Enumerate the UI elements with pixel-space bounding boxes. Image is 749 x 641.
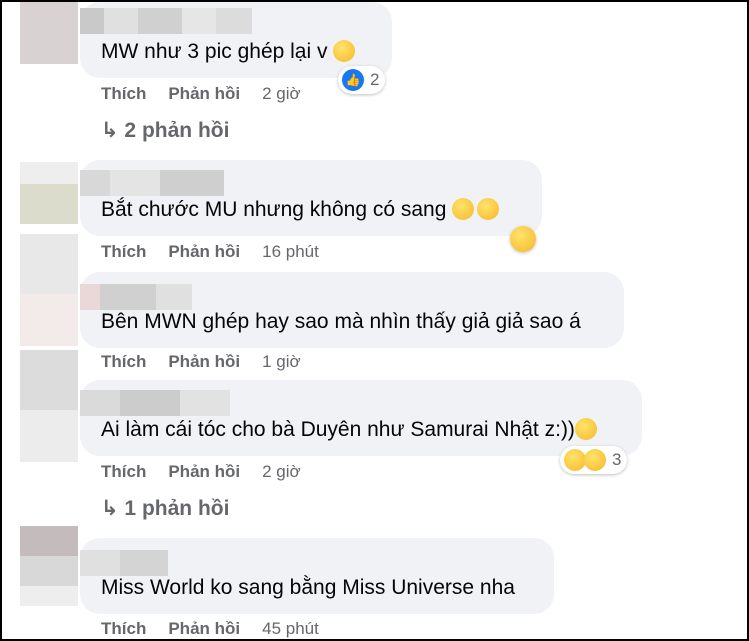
comment-text: MW như 3 pic ghép lại v [101,40,328,63]
comment-actions: Thích Phản hồi 2 giờ [101,462,301,482]
comments-panel: MW như 3 pic ghép lại v 👍 2 Thích Phản hồ… [0,0,749,641]
reaction-summary[interactable]: 👍 2 [338,66,386,94]
reply-button[interactable]: Phản hồi [168,242,240,261]
author-name-blurred[interactable] [80,284,192,310]
comment-text: Miss World ko sang bằng Miss Universe nh… [101,576,515,599]
reaction-count: 3 [612,450,622,469]
author-name-blurred[interactable] [80,390,230,416]
like-button[interactable]: Thích [101,352,146,371]
timestamp[interactable]: 45 phút [262,619,319,638]
avatar[interactable] [20,350,78,462]
like-button[interactable]: Thích [101,84,146,103]
author-name-blurred[interactable] [80,550,168,576]
comment-bubble: Ai làm cái tóc cho bà Duyên như Samurai … [80,380,642,456]
laughing-reaction-icon[interactable] [510,226,536,252]
reaction-summary[interactable]: 3 [560,446,628,474]
reply-button[interactable]: Phản hồi [168,352,240,371]
reply-button[interactable]: Phản hồi [168,462,240,481]
comment-bubble: Miss World ko sang bằng Miss Universe nh… [80,538,554,614]
comment-text: Bên MWN ghép hay sao mà nhìn thấy giả gi… [101,310,581,333]
timestamp[interactable]: 1 giờ [262,352,301,371]
avatar[interactable] [20,234,78,346]
timestamp[interactable]: 2 giờ [262,462,301,481]
avatar[interactable] [20,2,78,64]
comment-text: Ai làm cái tóc cho bà Duyên như Samurai … [101,418,575,441]
reply-button[interactable]: Phản hồi [168,619,240,638]
like-button[interactable]: Thích [101,462,146,481]
sad-reaction-icon [584,449,606,471]
sweat-smile-emoji-icon [333,40,356,62]
like-button[interactable]: Thích [101,242,146,261]
like-reaction-icon: 👍 [342,69,364,91]
laughing-reaction-icon [564,449,586,471]
reply-button[interactable]: Phản hồi [168,84,240,103]
avatar[interactable] [20,526,78,606]
comment-actions: Thích Phản hồi 2 giờ [101,84,301,104]
timestamp[interactable]: 2 giờ [262,84,301,103]
like-button[interactable]: Thích [101,619,146,638]
grin-emoji-icon [477,198,500,220]
reaction-count: 2 [370,70,380,89]
comment-bubble: Bên MWN ghép hay sao mà nhìn thấy giả gi… [80,272,624,348]
comment-bubble: Bắt chước MU nhưng không có sang [80,160,542,236]
comment-actions: Thích Phản hồi 45 phút [101,619,319,639]
author-name-blurred[interactable] [80,170,224,196]
comment-text: Bắt chước MU nhưng không có sang [101,198,447,221]
view-replies-link[interactable]: ↳ 2 phản hồi [101,118,229,143]
comment-actions: Thích Phản hồi 1 giờ [101,352,301,372]
grin-emoji-icon [452,198,475,220]
sweat-smile-emoji-icon [574,418,597,440]
comment-actions: Thích Phản hồi 16 phút [101,242,319,262]
timestamp[interactable]: 16 phút [262,242,319,261]
view-replies-link[interactable]: ↳ 1 phản hồi [101,496,229,521]
avatar[interactable] [20,162,78,224]
author-name-blurred[interactable] [80,8,252,34]
